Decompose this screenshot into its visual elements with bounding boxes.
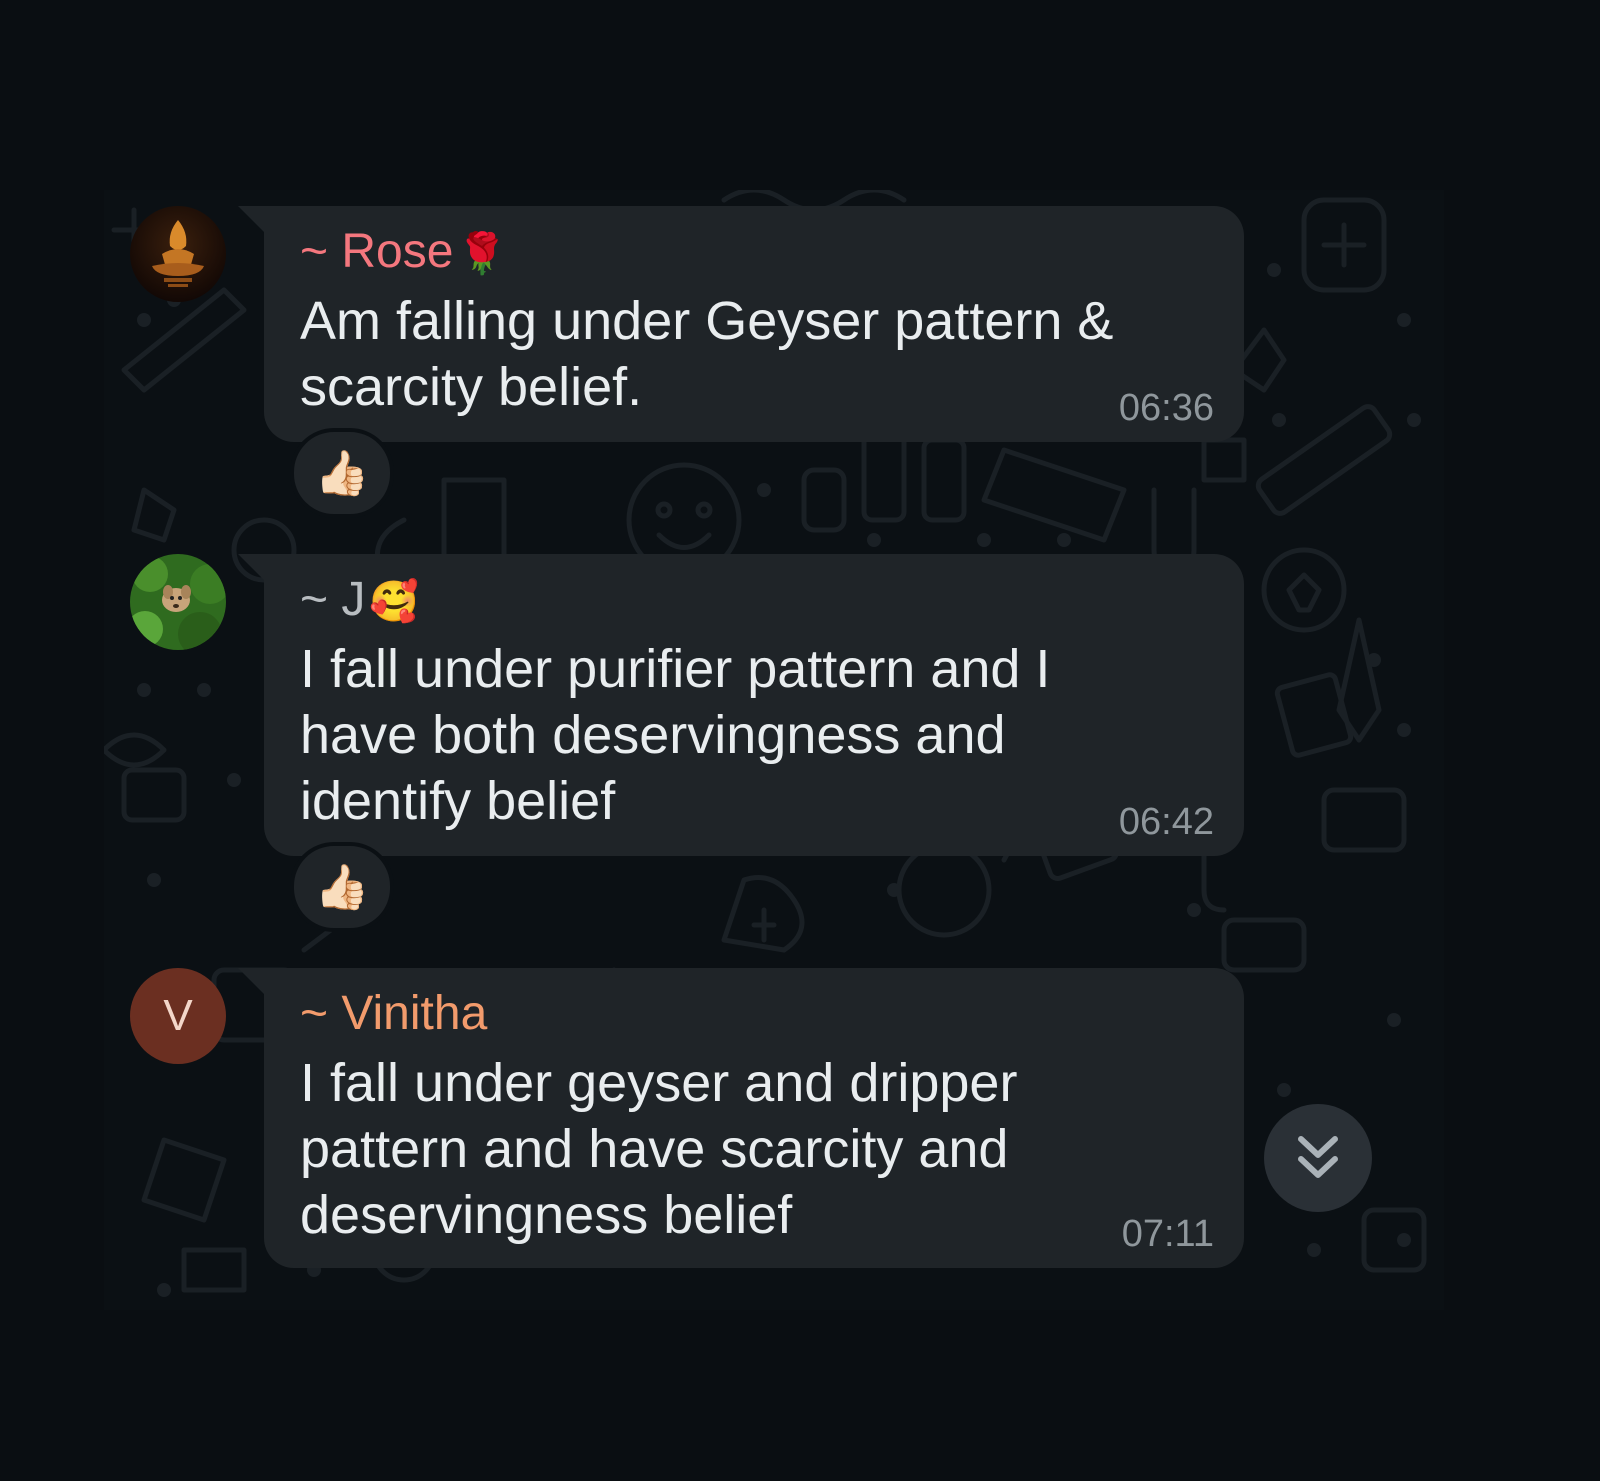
- reaction-badge[interactable]: 👍🏻: [290, 428, 394, 518]
- sender-label: ~ Vinitha: [300, 987, 488, 1040]
- sender-emoji: 🥰: [369, 580, 420, 624]
- message-bubble[interactable]: ~ Vinitha I fall under geyser and drippe…: [238, 968, 1244, 1268]
- double-chevron-down-icon: [1298, 1136, 1338, 1178]
- dog-photo: [130, 554, 226, 650]
- message-time: 07:11: [1121, 1213, 1214, 1255]
- avatar-j[interactable]: [130, 554, 226, 650]
- sender-label: ~ Rose: [300, 225, 454, 278]
- app-frame: ~ Rose 🌹 Am falling under Geyser pattern …: [0, 0, 1600, 1481]
- sender-label: ~ J: [300, 573, 366, 626]
- avatar-initial: V: [163, 991, 193, 1040]
- message-time: 06:36: [1118, 387, 1214, 429]
- chat-area[interactable]: ~ Rose 🌹 Am falling under Geyser pattern …: [104, 190, 1444, 1310]
- sender-name[interactable]: ~ Rose 🌹: [300, 224, 1214, 280]
- scroll-to-bottom-button[interactable]: [1264, 1104, 1372, 1212]
- sender-name[interactable]: ~ Vinitha: [300, 986, 1214, 1042]
- message-text: I fall under geyser and dripper pattern …: [300, 1053, 1018, 1245]
- message-bubble[interactable]: ~ Rose 🌹 Am falling under Geyser pattern …: [238, 206, 1244, 442]
- sender-emoji: 🌹: [457, 232, 508, 276]
- thumbs-up-reaction: 👍🏻: [314, 863, 370, 912]
- temple-logo-icon: [130, 206, 226, 302]
- reaction-badge[interactable]: 👍🏻: [290, 842, 394, 932]
- message-time: 06:42: [1118, 801, 1214, 843]
- message-text: I fall under purifier pattern and I have…: [300, 639, 1051, 831]
- thumbs-up-reaction: 👍🏻: [314, 449, 370, 498]
- message-bubble[interactable]: ~ J 🥰 I fall under purifier pattern and I…: [238, 554, 1244, 856]
- avatar-vinitha[interactable]: V: [130, 968, 226, 1064]
- sender-name[interactable]: ~ J 🥰: [300, 572, 1214, 628]
- message-text: Am falling under Geyser pattern & scarci…: [300, 291, 1114, 417]
- avatar-rose[interactable]: [130, 206, 226, 302]
